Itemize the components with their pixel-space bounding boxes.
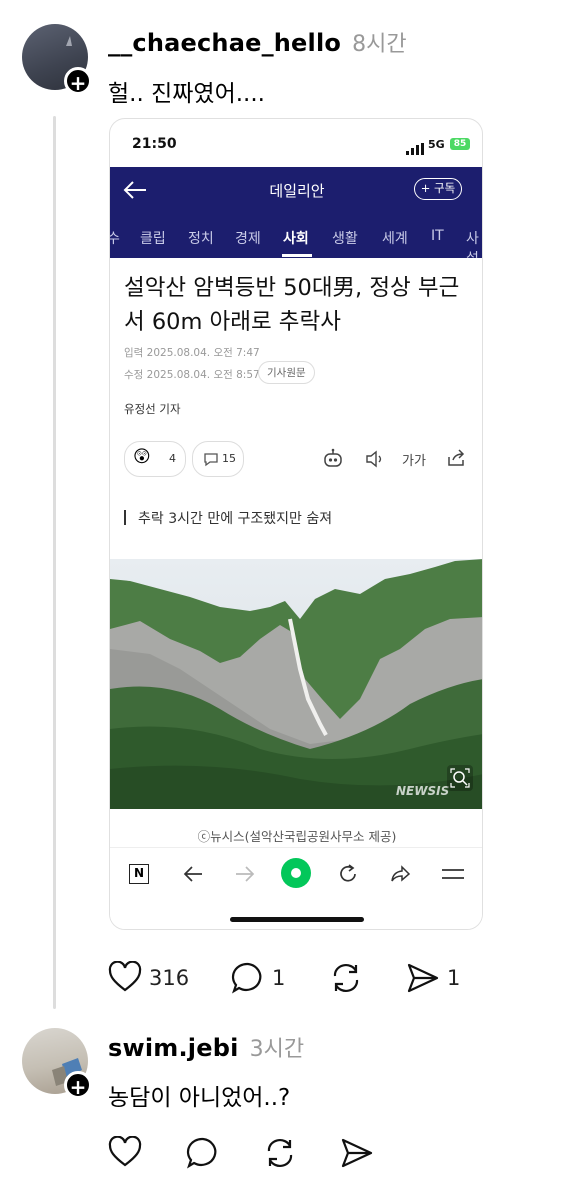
comment-count: 15 [222,452,236,465]
comment-action-button[interactable] [231,961,265,999]
battery-level: 85 [453,139,467,149]
browser-share-icon[interactable] [389,864,411,888]
original-article-button[interactable]: 기사원문 [258,361,315,384]
repost-button[interactable] [329,961,363,999]
tab-it[interactable]: IT [431,228,444,244]
browser-back-icon[interactable] [182,864,204,888]
browser-toolbar: N [110,847,482,929]
battery-icon: 85 [450,138,470,150]
surprised-emoji-icon: 😲 [133,447,151,467]
refresh-icon[interactable] [337,863,359,889]
share-button[interactable] [406,962,440,998]
share-count: 1 [447,966,461,990]
signal-icon [406,140,424,159]
reaction-button[interactable]: 😲 4 [124,441,186,477]
speech-bubble-icon [204,453,218,467]
thread-line [53,116,56,1009]
tab-partial-left[interactable]: 수 [110,228,120,248]
like-button[interactable] [108,1135,142,1172]
username[interactable]: swim.jebi [108,1034,239,1062]
site-header: 데일리안 + 구독 [110,167,482,214]
font-size-icon[interactable]: 가가 [402,450,426,469]
robot-icon[interactable] [322,448,344,474]
tab-politics[interactable]: 정치 [188,228,214,248]
tab-economy[interactable]: 경제 [235,228,261,248]
post-text: 헐.. 진짜였어.... [108,81,265,107]
repost-button[interactable] [263,1136,297,1174]
edit-date: 수정 2025.08.04. 오전 8:57 [124,369,260,381]
comment-action-button[interactable] [186,1136,220,1174]
status-time: 21:50 [132,136,177,152]
share-icon[interactable] [446,448,468,472]
input-date: 입력 2025.08.04. 오전 7:47 [124,347,260,359]
send-icon [341,1138,373,1168]
browser-forward-icon[interactable] [234,864,256,888]
like-button[interactable] [108,960,142,997]
mountain-illustration [110,559,482,809]
repost-icon [267,1138,293,1168]
headline-line-2: 서 60m 아래로 추락사 [124,309,341,335]
post-header: __chaechae_hello 8시간 [108,26,407,58]
follow-plus-icon[interactable]: + [64,1071,92,1099]
subtitle-bar [124,510,126,525]
photo-watermark: NEWSIS [396,784,450,798]
zoom-icon[interactable] [447,765,473,791]
category-tabs: 수 클립 정치 경제 사회 생활 세계 IT 사설 [110,214,482,258]
like-count: 316 [149,966,190,990]
comment-count-main: 1 [272,966,286,990]
comment-button[interactable]: 15 [192,441,244,477]
share-button[interactable] [340,1137,374,1173]
photo-caption: ⓒ뉴시스(설악산국립공원사무소 제공) [197,829,397,844]
active-tab-underline [282,254,312,257]
reaction-count: 4 [169,452,176,465]
article-headline: 설악산 암벽등반 50대男, 정상 부근 서 60m 아래로 추락사 [124,271,474,339]
comment-bubble-icon [186,1137,217,1169]
post-time: 8시간 [352,32,407,57]
tab-world[interactable]: 세계 [382,228,408,248]
send-icon [407,963,439,993]
post-text: 농담이 아니었어..? [108,1085,291,1111]
home-indicator [230,917,364,922]
heart-icon [108,1135,142,1167]
subscribe-button[interactable]: + 구독 [414,178,462,200]
naver-home-icon[interactable] [281,858,311,888]
speaker-icon[interactable] [364,449,386,473]
comment-bubble-icon [231,962,262,994]
tab-life[interactable]: 생활 [332,228,358,248]
naver-n-icon[interactable]: N [129,864,149,884]
heart-icon [108,960,142,992]
username[interactable]: __chaechae_hello [108,29,341,57]
article-subtitle: 추락 3시간 만에 구조됐지만 숨져 [138,511,333,527]
article-photo[interactable]: NEWSIS [110,559,482,809]
repost-icon [333,963,359,993]
post-time: 3시간 [249,1037,305,1062]
tab-editorial-partial[interactable]: 사설 [466,228,482,258]
headline-line-1: 설악산 암벽등반 50대男, 정상 부근 [124,275,460,301]
reporter-name[interactable]: 유정선 기자 [124,401,181,417]
tab-clip[interactable]: 클립 [140,228,166,248]
network-label: 5G [428,138,445,151]
follow-plus-icon[interactable]: + [64,67,92,95]
menu-icon[interactable] [441,866,465,886]
post-header: swim.jebi 3시간 [108,1031,304,1063]
attached-screenshot[interactable]: 21:50 5G 85 데일리안 + 구독 수 클립 정치 경제 사회 생활 세… [109,118,483,930]
tab-society[interactable]: 사회 [283,228,309,248]
